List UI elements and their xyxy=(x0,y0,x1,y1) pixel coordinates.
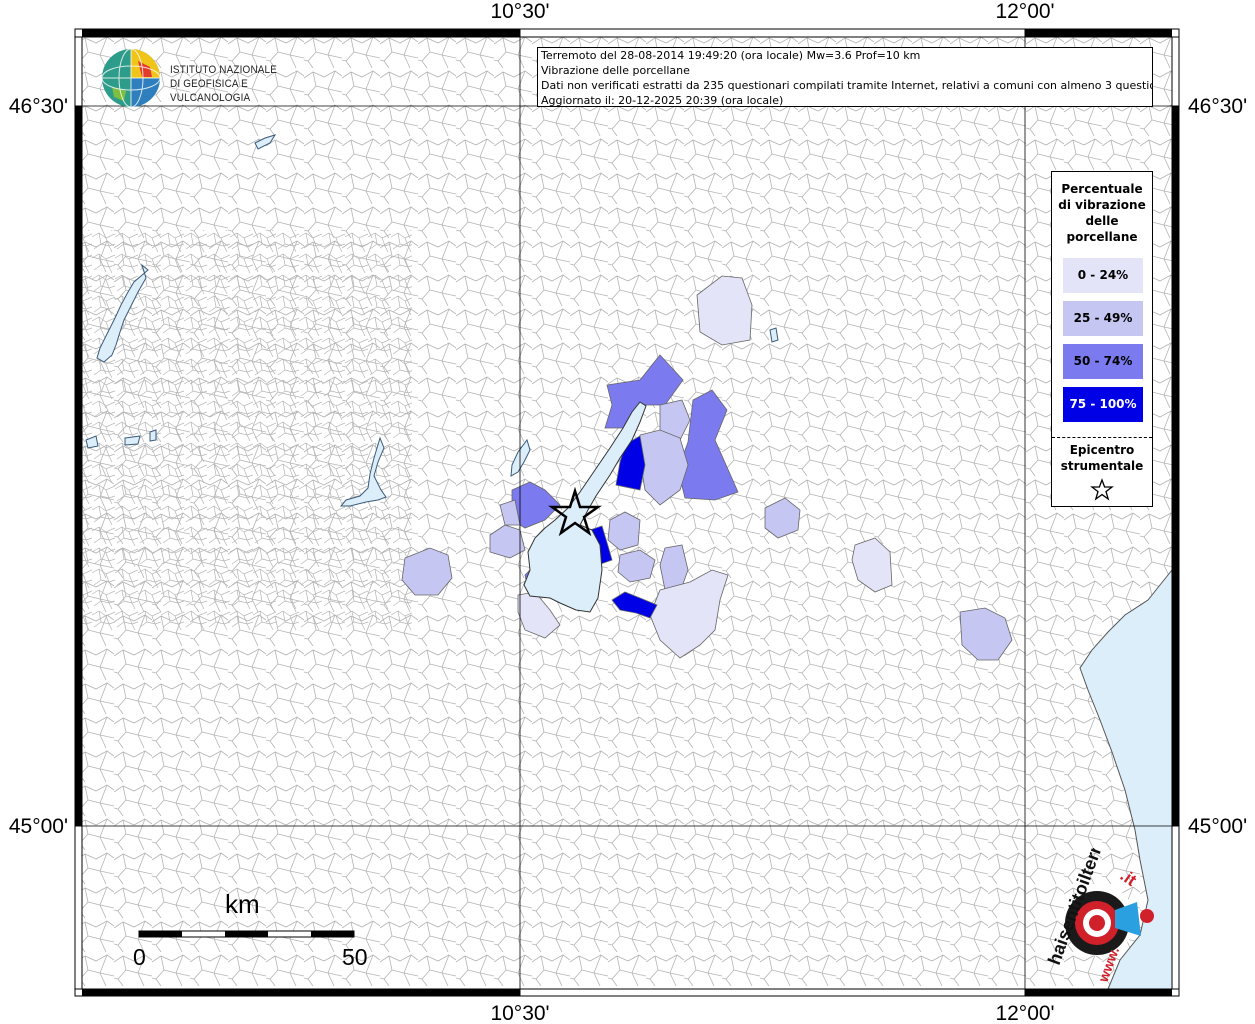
coord-left-2: 45°00' xyxy=(9,815,68,838)
parameter-line: Vibrazione delle porcellane xyxy=(541,64,690,77)
legend: Percentuale di vibrazione delle porcella… xyxy=(1051,171,1153,507)
star-icon xyxy=(1090,478,1114,501)
scale-unit: km xyxy=(225,889,260,919)
legend-class-25-49: 25 - 49% xyxy=(1063,301,1143,336)
coord-left-1: 46°30' xyxy=(9,95,68,118)
scale-bar xyxy=(138,930,355,938)
brand-domain: .it xyxy=(1117,866,1141,890)
haisentito-logo: haisentitoilterremoto .it www. xyxy=(1037,848,1177,988)
legend-class-75-100: 75 - 100% xyxy=(1063,387,1143,422)
data-source-line: Dati non verificati estratti da 235 ques… xyxy=(541,79,1153,92)
legend-class-0-24: 0 - 24% xyxy=(1063,258,1143,293)
lake-small-3 xyxy=(769,327,779,343)
updated-line: Aggiornato il: 20-12-2025 20:39 (ora loc… xyxy=(541,94,784,107)
legend-class-50-74: 50 - 74% xyxy=(1063,344,1143,379)
coord-top-1: 10°30' xyxy=(490,0,549,23)
legend-title-line: porcellane xyxy=(1066,230,1138,244)
legend-divider xyxy=(1052,437,1152,438)
legend-title-line: delle xyxy=(1085,214,1119,228)
coord-right-1: 46°30' xyxy=(1188,95,1247,118)
coord-bottom-2: 12°00' xyxy=(995,1002,1054,1024)
globe-icon xyxy=(101,48,161,108)
coord-right-2: 45°00' xyxy=(1188,815,1247,838)
scale-start: 0 xyxy=(133,944,146,970)
legend-title-line: Percentuale xyxy=(1061,182,1143,196)
legend-epicenter-line: strumentale xyxy=(1060,459,1144,473)
legend-epicenter-label: Epicentro strumentale xyxy=(1052,442,1152,474)
ingv-logo: ISTITUTO NAZIONALE DI GEOFISICA E VULCAN… xyxy=(100,47,330,109)
legend-title-line: di vibrazione xyxy=(1058,198,1146,212)
institute-name-line1: ISTITUTO NAZIONALE xyxy=(170,64,278,76)
event-line: Terremoto del 28-08-2014 19:49:20 (ora l… xyxy=(541,49,921,62)
scale-end: 50 xyxy=(342,944,368,970)
legend-epicenter-line: Epicentro xyxy=(1069,443,1135,457)
coord-bottom-1: 10°30' xyxy=(490,1002,549,1024)
coord-top-2: 12°00' xyxy=(995,0,1054,23)
legend-title: Percentuale di vibrazione delle porcella… xyxy=(1052,181,1152,245)
brand-www: www. xyxy=(1094,945,1122,985)
institute-name-line2: DI GEOFISICA E VULCANOLOGIA xyxy=(170,78,251,104)
brand-lettering: haisentitoilterremoto .it www. xyxy=(1044,848,1141,985)
event-info-box: Terremoto del 28-08-2014 19:49:20 (ora l… xyxy=(537,47,1153,107)
